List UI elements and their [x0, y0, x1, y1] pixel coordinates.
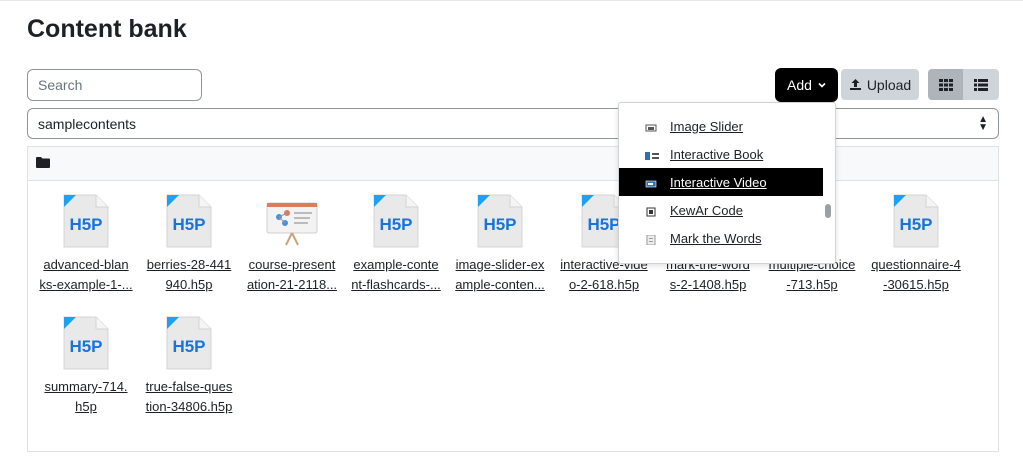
file-name-line1: questionnaire-4: [871, 257, 961, 272]
add-menu-item-label: Interactive Book: [670, 146, 764, 162]
upload-icon: [849, 79, 861, 90]
svg-text:H5P: H5P: [483, 215, 516, 234]
dropdown-scrollbar[interactable]: [825, 204, 831, 218]
file-name-line2: h5p: [75, 399, 97, 414]
add-menu-item-label: Mark the Words: [670, 230, 762, 246]
file-name-line1: advanced-blan: [43, 257, 129, 272]
list-view-button[interactable]: [963, 69, 999, 100]
add-menu-item-label: Interactive Video: [670, 174, 767, 190]
context-select[interactable]: samplecontents ▲ ▼: [27, 108, 999, 139]
add-menu-item-label: Image Slider: [670, 118, 743, 134]
grid-icon: [938, 78, 953, 91]
svg-text:H5P: H5P: [172, 215, 205, 234]
add-button[interactable]: Add: [775, 68, 838, 102]
file-browser-panel: H5P advanced-blan ks-example-1-... H5P be…: [27, 146, 999, 452]
add-menu-item-label: KewAr Code: [670, 202, 743, 218]
file-name-link[interactable]: summary-714. h5p: [36, 377, 136, 417]
chevron-down-icon: [818, 82, 826, 88]
add-menu-item[interactable]: Interactive Book: [619, 140, 823, 168]
file-name-link[interactable]: questionnaire-4 -30615.h5p: [866, 255, 966, 295]
h5p-file-icon[interactable]: H5P: [60, 193, 112, 249]
file-name-line2: -30615.h5p: [883, 277, 949, 292]
h5p-file-icon[interactable]: H5P: [474, 193, 526, 249]
list-icon: [974, 78, 988, 91]
svg-text:H5P: H5P: [172, 337, 205, 356]
file-item[interactable]: H5P berries-28-441 940.h5p: [139, 193, 239, 295]
content-bank-card: Content bank Add Upload samplecontents ▲…: [0, 0, 1023, 460]
select-caret-icon: ▲ ▼: [978, 114, 988, 133]
file-item[interactable]: H5P example-conte nt-flashcards-...: [346, 193, 446, 295]
file-name-line2: ks-example-1-...: [39, 277, 133, 292]
grid-view-button[interactable]: [928, 69, 963, 100]
file-name-line2: ample-conten...: [455, 277, 545, 292]
add-dropdown-menu: Image Slider Interactive Book Interactive …: [618, 102, 836, 264]
h5p-file-icon[interactable]: H5P: [890, 193, 942, 249]
breadcrumb: [28, 147, 998, 181]
file-name-link[interactable]: image-slider-ex ample-conten...: [450, 255, 550, 295]
file-name-line1: summary-714.: [44, 379, 128, 394]
file-name-link[interactable]: course-present ation-21-2118...: [242, 255, 342, 295]
file-name-line2: 940.h5p: [165, 277, 213, 292]
file-item[interactable]: course-present ation-21-2118...: [242, 193, 342, 295]
svg-text:H5P: H5P: [69, 215, 102, 234]
add-menu-item[interactable]: Interactive Video: [619, 168, 823, 196]
add-menu-item[interactable]: Image Slider: [619, 112, 823, 140]
file-name-line1: course-present: [248, 257, 336, 272]
image-slider-icon: [645, 121, 657, 132]
file-name-line2: s-2-1408.h5p: [669, 277, 747, 292]
svg-text:H5P: H5P: [69, 337, 102, 356]
context-select-value: samplecontents: [38, 115, 137, 132]
file-name-link[interactable]: advanced-blan ks-example-1-...: [36, 255, 136, 295]
file-item[interactable]: H5P image-slider-ex ample-conten...: [450, 193, 550, 295]
file-item[interactable]: H5P summary-714. h5p: [36, 315, 136, 417]
h5p-file-icon[interactable]: H5P: [163, 193, 215, 249]
file-name-link[interactable]: example-conte nt-flashcards-...: [346, 255, 446, 295]
file-name-line2: ation-21-2118...: [246, 277, 338, 292]
h5p-file-icon[interactable]: H5P: [370, 193, 422, 249]
video-icon: [645, 177, 657, 188]
file-name-line1: true-false-ques: [145, 379, 233, 394]
add-button-label: Add: [787, 77, 812, 93]
file-name-line2: tion-34806.h5p: [145, 399, 233, 414]
upload-button-label: Upload: [866, 76, 912, 93]
svg-text:H5P: H5P: [899, 215, 932, 234]
file-item[interactable]: H5P advanced-blan ks-example-1-...: [36, 193, 136, 295]
svg-text:H5P: H5P: [379, 215, 412, 234]
file-name-line1: image-slider-ex: [455, 257, 545, 272]
file-item[interactable]: H5P true-false-ques tion-34806.h5p: [139, 315, 239, 417]
file-name-line1: example-conte: [353, 257, 439, 272]
file-name-link[interactable]: true-false-ques tion-34806.h5p: [139, 377, 239, 417]
partial-menu-item-top: [667, 102, 777, 103]
file-name-link[interactable]: berries-28-441 940.h5p: [139, 255, 239, 295]
file-item[interactable]: H5P questionnaire-4 -30615.h5p: [866, 193, 966, 295]
document-icon: [645, 233, 657, 246]
presentation-file-icon[interactable]: [266, 193, 318, 249]
file-name-line2: -713.h5p: [786, 277, 838, 292]
page-title: Content bank: [27, 15, 187, 43]
add-menu-item[interactable]: Mark the Words: [619, 224, 823, 252]
h5p-file-icon[interactable]: H5P: [163, 315, 215, 371]
file-name-line1: berries-28-441: [146, 257, 232, 272]
svg-text:H5P: H5P: [587, 215, 620, 234]
folder-icon[interactable]: [36, 157, 50, 168]
qr-icon: [645, 205, 657, 217]
upload-button[interactable]: Upload: [841, 69, 919, 100]
book-icon: [645, 149, 659, 160]
search-input[interactable]: [27, 69, 202, 101]
file-name-line2: nt-flashcards-...: [351, 277, 441, 292]
file-name-line2: o-2-618.h5p: [568, 277, 640, 292]
h5p-file-icon[interactable]: H5P: [60, 315, 112, 371]
add-menu-item[interactable]: KewAr Code: [619, 196, 823, 224]
